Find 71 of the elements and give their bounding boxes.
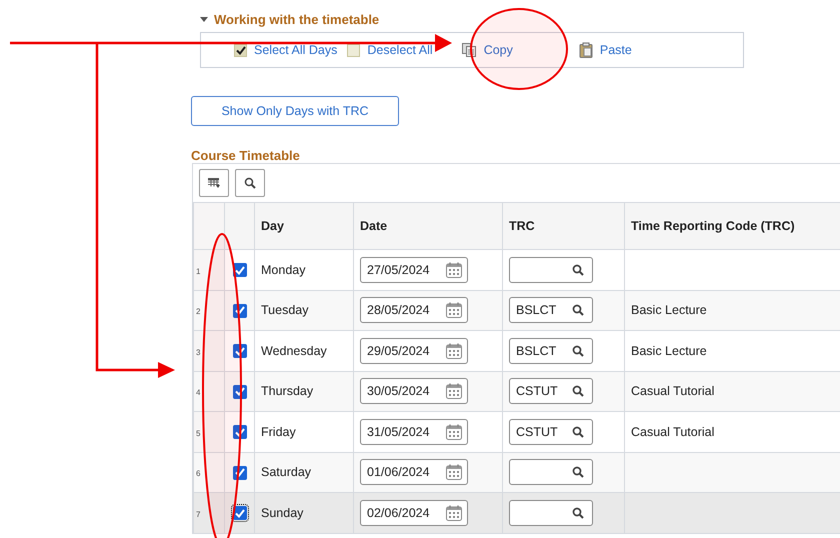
search-icon[interactable] (572, 304, 584, 316)
day-cell: Monday (261, 262, 306, 277)
trc-field[interactable]: BSLCT (509, 338, 593, 364)
search-icon (244, 177, 256, 189)
row-number: 1 (196, 266, 200, 276)
row-checkbox[interactable] (232, 425, 246, 440)
search-icon[interactable] (572, 385, 584, 398)
day-cell: Wednesday (261, 344, 327, 358)
search-icon[interactable] (572, 426, 584, 438)
personalize-grid-button[interactable] (199, 169, 229, 197)
show-days-button[interactable]: Show Only Days with TRC (191, 96, 399, 126)
date-field[interactable]: 31/05/2024 (360, 418, 468, 445)
row-number: 2 (196, 307, 200, 316)
calendar-icon[interactable] (445, 342, 463, 360)
row-number: 5 (196, 428, 200, 438)
trc-field[interactable]: BSLCT (509, 297, 593, 324)
calendar-icon[interactable] (445, 301, 463, 320)
collapse-triangle-icon[interactable] (200, 17, 208, 22)
trc-field[interactable] (509, 500, 593, 526)
date-field[interactable]: 29/05/2024 (360, 338, 468, 364)
trc-description: Basic Lecture (631, 303, 707, 318)
column-header: TRC (509, 219, 535, 233)
trc-field[interactable] (509, 459, 593, 486)
trc-field[interactable]: CSTUT (509, 418, 593, 445)
clipboard-icon (578, 42, 593, 58)
day-cell: Saturday (261, 465, 312, 480)
date-field[interactable]: 28/05/2024 (360, 297, 468, 324)
day-cell: Sunday (261, 506, 304, 520)
row-checkbox[interactable] (232, 304, 246, 318)
calendar-icon[interactable] (445, 260, 463, 279)
trc-description: Basic Lecture (631, 344, 707, 358)
section-title: Working with the timetable (214, 12, 380, 27)
paste-link[interactable]: Paste (600, 43, 632, 57)
search-button[interactable] (235, 169, 265, 197)
calendar-icon[interactable] (445, 463, 463, 482)
day-cell: Thursday (261, 384, 314, 398)
calendar-icon[interactable] (445, 382, 463, 400)
trc-field[interactable] (509, 256, 593, 283)
row-checkbox[interactable] (232, 506, 246, 520)
trc-description: Casual Tutorial (631, 384, 714, 398)
copy-link[interactable]: Copy (484, 43, 513, 57)
column-header: Day (261, 219, 284, 233)
row-number: 6 (196, 469, 200, 478)
grid-menu-icon (207, 177, 221, 189)
calendar-icon[interactable] (445, 504, 463, 522)
row-number: 3 (196, 348, 200, 357)
trc-description: Casual Tutorial (631, 424, 714, 439)
date-field[interactable]: 01/06/2024 (360, 459, 468, 486)
column-header: Time Reporting Code (TRC) (631, 219, 795, 233)
search-icon[interactable] (572, 466, 584, 478)
row-checkbox[interactable] (232, 384, 246, 399)
copy-icon (460, 42, 477, 58)
row-number: 4 (196, 388, 200, 398)
date-field[interactable]: 02/06/2024 (360, 500, 468, 526)
action-link[interactable]: Deselect All (367, 43, 433, 57)
day-cell: Friday (261, 424, 296, 439)
trc-field[interactable]: CSTUT (509, 378, 593, 404)
date-field[interactable]: 27/05/2024 (360, 256, 468, 283)
row-checkbox[interactable] (232, 344, 246, 358)
search-icon[interactable] (572, 264, 584, 276)
day-cell: Tuesday (261, 303, 308, 318)
row-number: 7 (196, 510, 200, 519)
row-checkbox[interactable] (232, 263, 246, 278)
grid-title: Course Timetable (191, 148, 300, 163)
search-icon[interactable] (572, 344, 584, 357)
date-field[interactable]: 30/05/2024 (360, 378, 468, 404)
calendar-icon[interactable] (445, 422, 463, 441)
search-icon[interactable] (572, 506, 584, 519)
action-link[interactable]: Select All Days (254, 43, 338, 57)
column-header: Date (360, 219, 388, 233)
row-checkbox[interactable] (232, 466, 246, 480)
